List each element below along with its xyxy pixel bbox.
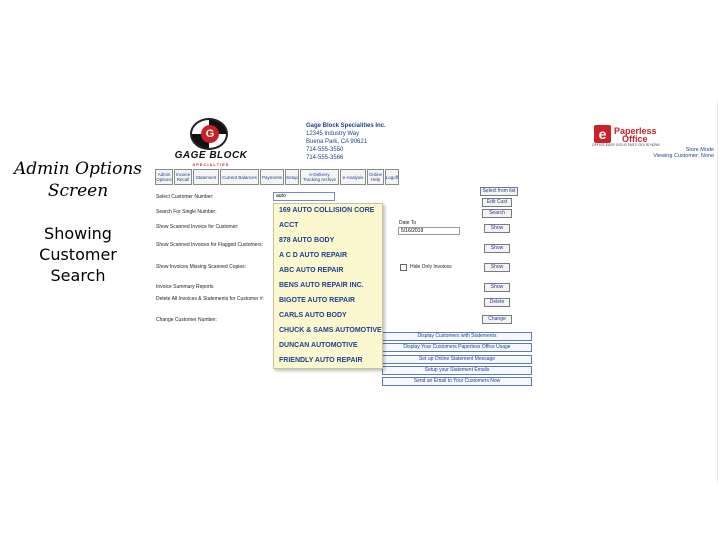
slide-title: Admin Options Screen (8, 158, 148, 202)
slide-subtitle: Showing Customer Search (18, 223, 138, 286)
address-line: Gage Block Specialities Inc. (306, 123, 386, 129)
address-line: 714-555-3550 (306, 147, 344, 153)
form-label: Show Scanned Invoices for Flagged Custom… (156, 242, 263, 248)
company-address: Gage Block Specialities Inc. 12345 Indus… (306, 122, 386, 162)
form-label: Search For Single Number: (156, 209, 217, 215)
tab-setup[interactable]: Setup (285, 169, 299, 185)
list-item[interactable]: A C D AUTO REPAIR (279, 252, 347, 259)
list-item[interactable]: 169 AUTO COLLISION CORE (279, 207, 374, 214)
list-item[interactable]: CHUCK & SAMS AUTOMOTIVE (279, 327, 382, 334)
tab-e-delivery[interactable]: e-Delivery Tracking Archive (300, 169, 339, 185)
display-customers-statements-button[interactable]: Display Customers with Statements (382, 332, 532, 341)
date-to-input[interactable]: 5/16/2019 (398, 227, 460, 235)
form-label: Delete All Invoices & Statements for Cus… (156, 296, 265, 302)
form-label: Show Scanned Invoice for Customer: (156, 224, 239, 230)
search-button[interactable]: Search (482, 209, 512, 218)
store-mode-status: Store Mode Viewing Customer: None (644, 147, 714, 159)
paperless-name-line: Office (622, 134, 648, 144)
list-item[interactable]: CARLS AUTO BODY (279, 312, 347, 319)
setup-statement-emails-button[interactable]: Setup your Statement Emails (382, 366, 532, 375)
address-line: 12345 Industry Way (306, 131, 360, 137)
list-item[interactable]: BENS AUTO REPAIR INC. (279, 282, 364, 289)
change-button[interactable]: Change (482, 315, 512, 324)
show-missing-button[interactable]: Show (484, 263, 510, 272)
viewing-customer-label: Viewing Customer: None (653, 153, 714, 159)
form-label: Change Customer Number: (156, 317, 218, 323)
slide-subtitle-line: Showing (44, 224, 112, 243)
tab-statement[interactable]: Statement (193, 169, 219, 185)
paperless-name: Paperless Office (614, 127, 657, 144)
company-logo: G GAGE BLOCK SPECIALTIES (172, 114, 250, 167)
date-to-label: Date To (399, 220, 417, 226)
send-email-customers-button[interactable]: Send an Email to Your Customers Now (382, 377, 532, 386)
logo-emblem-icon: G (190, 118, 228, 150)
form-label: Show Invoices Missing Scanned Copies: (156, 264, 247, 270)
list-item[interactable]: FRIENDLY AUTO REPAIR (279, 357, 363, 364)
show-summary-button[interactable]: Show (484, 283, 510, 292)
list-item[interactable]: DUNCAN AUTOMOTIVE (279, 342, 358, 349)
customer-search-input[interactable]: auto (273, 192, 335, 201)
paperless-e-icon: e (594, 125, 611, 143)
tab-online-help[interactable]: Online Help (367, 169, 384, 185)
list-item[interactable]: ABC AUTO REPAIR (279, 267, 343, 274)
hide-only-invoices-checkbox[interactable] (400, 264, 407, 271)
tab-e-analysis[interactable]: e-Analysis (340, 169, 366, 185)
tab-current-balances[interactable]: Current Balances (220, 169, 259, 185)
tab-logoff[interactable]: Logoff (385, 169, 399, 185)
customer-autocomplete-list: 169 AUTO COLLISION CORE ACCT 878 AUTO BO… (273, 203, 383, 369)
tab-payments[interactable]: Payments (260, 169, 284, 185)
tab-admin-options[interactable]: Admin Options (155, 169, 173, 185)
list-item[interactable]: 878 AUTO BODY (279, 237, 334, 244)
delete-button[interactable]: Delete (484, 298, 510, 307)
edit-cust-button[interactable]: Edit Cust (482, 198, 512, 207)
logo-letter: G (201, 125, 219, 143)
slide-title-line: Screen (47, 181, 109, 201)
paperless-office-logo: e Paperless Office OFFICE EASY GO! IS FA… (592, 122, 702, 148)
show-flagged-button[interactable]: Show (484, 244, 510, 253)
logo-text: GAGE BLOCK (174, 150, 248, 161)
list-item[interactable]: BIGOTE AUTO REPAIR (279, 297, 355, 304)
setup-online-message-button[interactable]: Set up Online Statement Message (382, 355, 532, 364)
address-line: Buena Park, CA 90621 (306, 139, 368, 145)
address-line: 714-555-3566 (306, 155, 344, 161)
display-paperless-usage-button[interactable]: Display Your Customers Paperless Office … (382, 343, 532, 352)
form-label: Invoice Summary Reports (156, 284, 214, 290)
nav-tabs: Admin Options Invoice Recall Statement C… (155, 169, 399, 185)
slide-title-line: Admin Options (13, 159, 143, 179)
show-scanned-invoice-button[interactable]: Show (484, 224, 510, 233)
list-item[interactable]: ACCT (279, 222, 298, 229)
hide-only-invoices-label: Hide Only Invoices (410, 264, 452, 270)
slide-subtitle-line: Customer (39, 245, 117, 264)
app-screenshot: G GAGE BLOCK SPECIALTIES Gage Block Spec… (152, 102, 718, 482)
form-label: Select Customer Number: (156, 194, 214, 200)
slide-subtitle-line: Search (50, 266, 106, 285)
logo-subtext: SPECIALTIES (192, 162, 230, 167)
select-from-list-button[interactable]: Select from list (480, 187, 518, 196)
tab-invoice-recall[interactable]: Invoice Recall (174, 169, 192, 185)
